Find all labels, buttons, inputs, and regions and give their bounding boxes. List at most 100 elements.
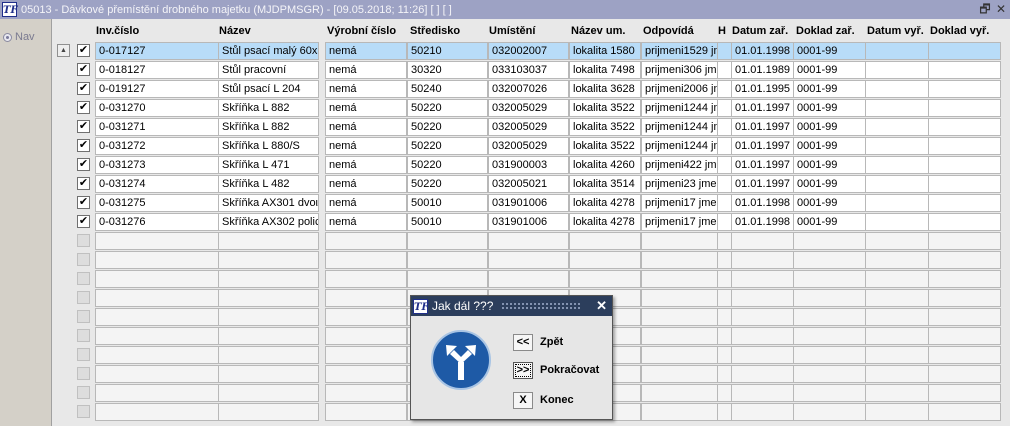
table-cell[interactable]	[793, 251, 866, 269]
table-cell[interactable]: 0-031276	[95, 213, 219, 231]
row-checkbox[interactable]	[77, 234, 90, 247]
table-cell[interactable]	[793, 270, 866, 288]
table-cell[interactable]: prijmeni1529 jm	[641, 42, 719, 60]
table-cell[interactable]: 0001-99	[793, 118, 866, 136]
table-cell[interactable]	[569, 270, 641, 288]
table-cell[interactable]	[793, 232, 866, 250]
table-cell[interactable]	[928, 327, 1001, 345]
table-cell[interactable]	[95, 327, 219, 345]
table-cell[interactable]: 0001-99	[793, 80, 866, 98]
table-cell[interactable]	[865, 308, 929, 326]
table-cell[interactable]	[218, 251, 319, 269]
table-cell[interactable]	[731, 251, 794, 269]
table-cell[interactable]	[717, 403, 732, 421]
column-header[interactable]: Odpovídá	[643, 21, 718, 41]
table-cell[interactable]	[731, 308, 794, 326]
table-cell[interactable]: prijmeni17 jmen	[641, 213, 719, 231]
table-cell[interactable]	[325, 365, 407, 383]
table-cell[interactable]	[95, 251, 219, 269]
table-cell[interactable]	[325, 232, 407, 250]
table-cell[interactable]: Skříňka L 880/S	[218, 137, 319, 155]
table-cell[interactable]: 0001-99	[793, 99, 866, 117]
table-cell[interactable]: 0001-99	[793, 137, 866, 155]
table-cell[interactable]	[717, 270, 732, 288]
table-cell[interactable]	[865, 61, 929, 79]
row-checkbox[interactable]	[77, 367, 90, 380]
column-header[interactable]: Umístění	[489, 21, 571, 41]
table-cell[interactable]: 01.01.1995	[731, 80, 794, 98]
table-cell[interactable]	[928, 42, 1001, 60]
row-checkbox[interactable]: ✔	[77, 44, 90, 57]
table-cell[interactable]	[218, 403, 319, 421]
table-cell[interactable]: 032005029	[488, 118, 569, 136]
table-cell[interactable]	[865, 213, 929, 231]
column-header[interactable]: Název um.	[571, 21, 643, 41]
table-cell[interactable]	[641, 308, 719, 326]
table-cell[interactable]	[928, 251, 1001, 269]
table-cell[interactable]: lokalita 7498	[569, 61, 641, 79]
table-cell[interactable]	[717, 384, 732, 402]
table-cell[interactable]	[717, 42, 732, 60]
back-button[interactable]: <<	[513, 334, 533, 351]
table-cell[interactable]: 0-031274	[95, 175, 219, 193]
table-cell[interactable]	[95, 289, 219, 307]
table-cell[interactable]	[731, 327, 794, 345]
row-checkbox[interactable]	[77, 272, 90, 285]
table-cell[interactable]: lokalita 3628	[569, 80, 641, 98]
table-cell[interactable]: prijmeni2006 jn	[641, 80, 719, 98]
table-cell[interactable]	[865, 156, 929, 174]
table-cell[interactable]: 01.01.1998	[731, 42, 794, 60]
table-cell[interactable]: 30320	[407, 61, 488, 79]
table-cell[interactable]	[717, 80, 732, 98]
row-checkbox[interactable]	[77, 310, 90, 323]
table-cell[interactable]: 0001-99	[793, 156, 866, 174]
column-header[interactable]: Inv.číslo	[96, 21, 219, 41]
table-cell[interactable]: 01.01.1989	[731, 61, 794, 79]
table-cell[interactable]: 0-031275	[95, 194, 219, 212]
table-row[interactable]: ✔ 0-018127 Stůl pracovní nemá 30320 033103037…	[0, 61, 1010, 80]
table-cell[interactable]	[218, 365, 319, 383]
table-cell[interactable]	[928, 213, 1001, 231]
table-cell[interactable]: 0001-99	[793, 213, 866, 231]
nav-radio-icon[interactable]	[3, 32, 12, 42]
table-cell[interactable]	[928, 61, 1001, 79]
table-cell[interactable]	[488, 270, 569, 288]
column-header[interactable]: Výrobní číslo	[327, 21, 410, 41]
table-row[interactable]: ✔ 0-031274 Skříňka L 482 nemá 50220 032005021…	[0, 175, 1010, 194]
table-cell[interactable]	[407, 251, 488, 269]
table-cell[interactable]: nemá	[325, 118, 407, 136]
table-cell[interactable]: 0001-99	[793, 42, 866, 60]
table-cell[interactable]: lokalita 3514	[569, 175, 641, 193]
table-cell[interactable]	[569, 251, 641, 269]
table-row[interactable]: ✔ 0-031275 Skříňka AX301 dvoι nemá 50010 0319…	[0, 194, 1010, 213]
table-cell[interactable]	[95, 384, 219, 402]
table-cell[interactable]	[717, 99, 732, 117]
table-cell[interactable]: prijmeni17 jmen	[641, 194, 719, 212]
row-checkbox[interactable]: ✔	[77, 101, 90, 114]
table-cell[interactable]	[641, 403, 719, 421]
table-cell[interactable]	[793, 365, 866, 383]
table-cell[interactable]: prijmeni23 jmen	[641, 175, 719, 193]
table-cell[interactable]	[717, 194, 732, 212]
table-cell[interactable]: 01.01.1997	[731, 118, 794, 136]
dialog-close-button[interactable]: ✕	[596, 298, 607, 314]
table-cell[interactable]	[865, 384, 929, 402]
table-cell[interactable]	[928, 270, 1001, 288]
table-cell[interactable]: 0001-99	[793, 175, 866, 193]
row-checkbox[interactable]	[77, 348, 90, 361]
table-cell[interactable]: 01.01.1997	[731, 137, 794, 155]
table-cell[interactable]: Skříňka L 482	[218, 175, 319, 193]
table-cell[interactable]: Skříňka L 471	[218, 156, 319, 174]
table-cell[interactable]	[793, 289, 866, 307]
table-cell[interactable]: 0001-99	[793, 61, 866, 79]
table-cell[interactable]	[928, 384, 1001, 402]
column-header[interactable]: Název	[219, 21, 327, 41]
table-cell[interactable]	[95, 232, 219, 250]
table-cell[interactable]: 50220	[407, 137, 488, 155]
table-cell[interactable]	[865, 251, 929, 269]
table-cell[interactable]	[641, 365, 719, 383]
table-cell[interactable]: Skříňka AX302 polic	[218, 213, 319, 231]
table-cell[interactable]: 50010	[407, 194, 488, 212]
table-cell[interactable]: 0-031270	[95, 99, 219, 117]
table-cell[interactable]: nemá	[325, 137, 407, 155]
